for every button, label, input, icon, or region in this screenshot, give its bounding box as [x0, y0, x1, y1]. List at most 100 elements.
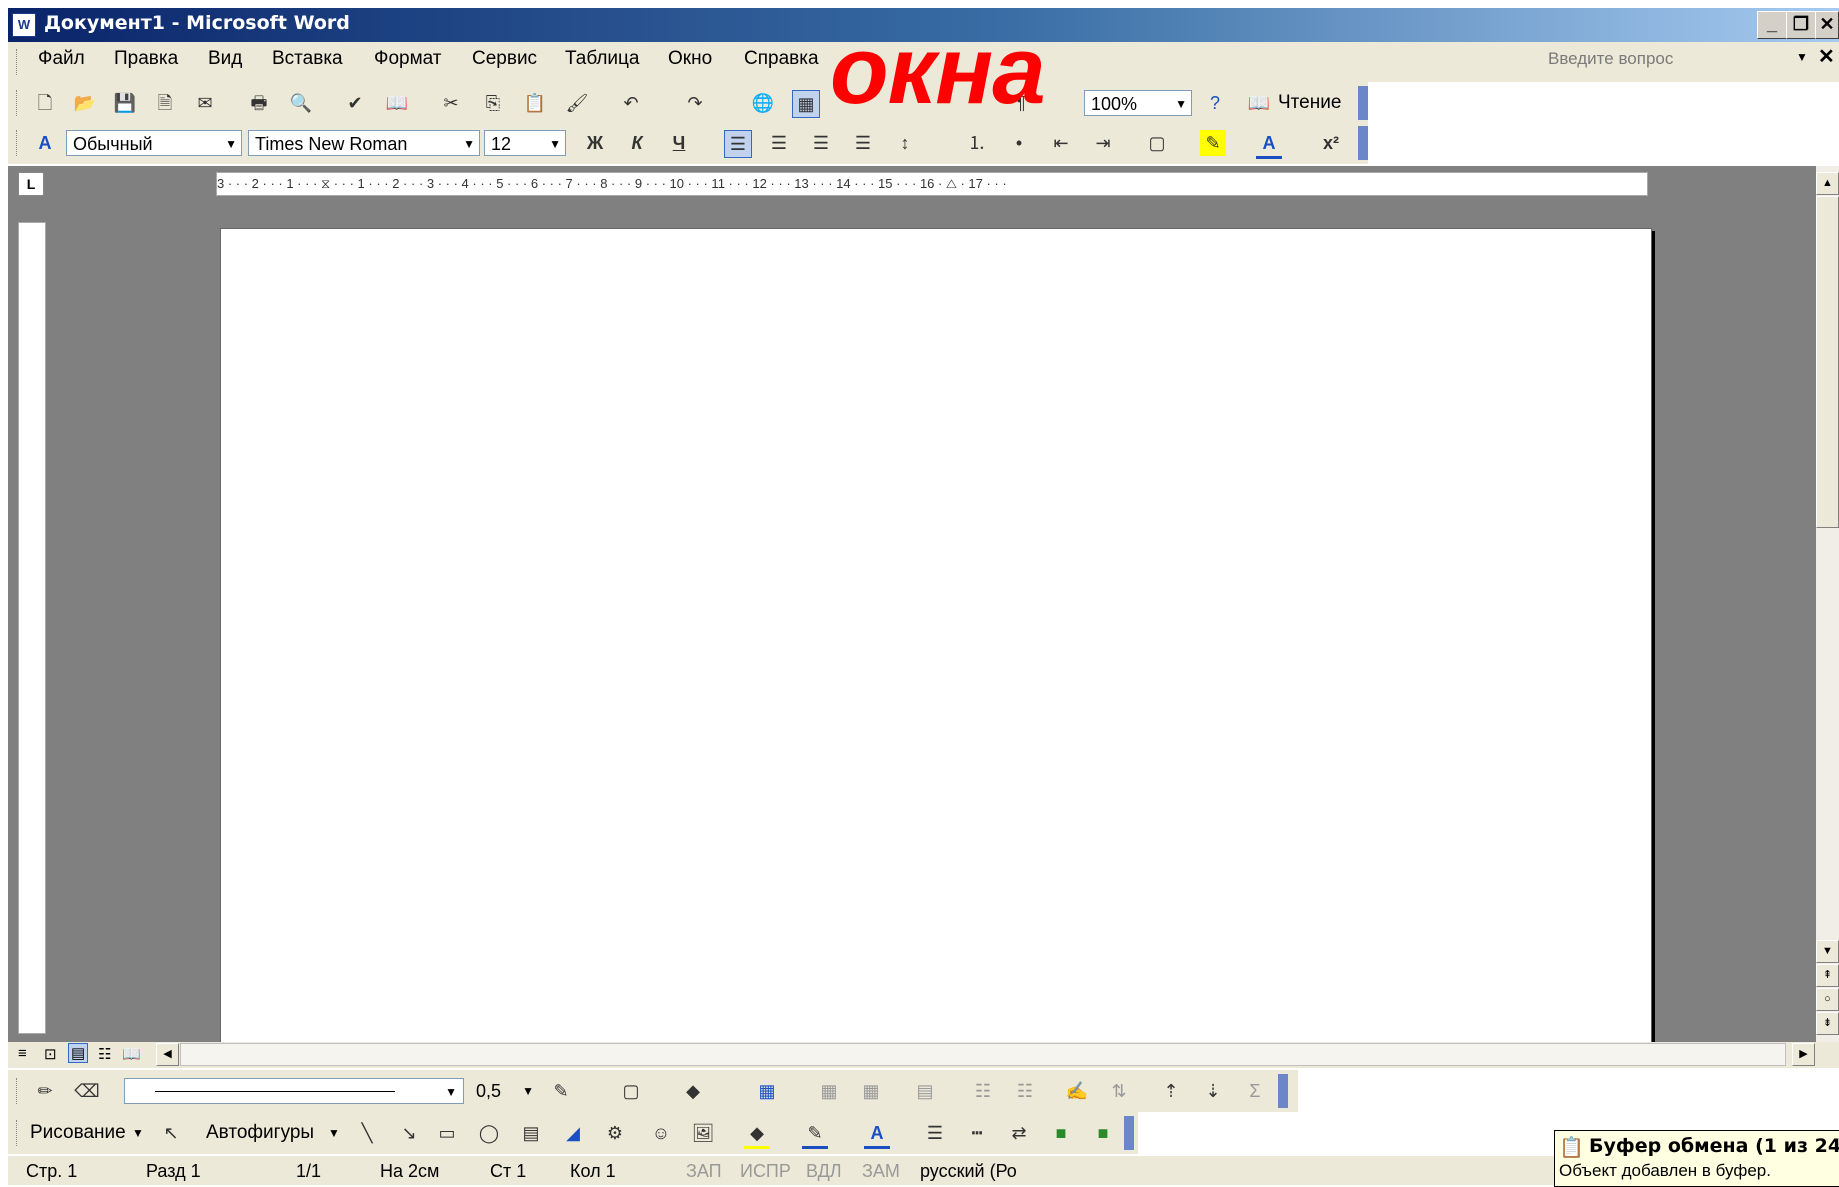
- clipboard-notification[interactable]: 📋 Буфер обмена (1 из 24) Объект добавлен…: [1554, 1130, 1839, 1187]
- menu-tools[interactable]: Сервис: [472, 48, 537, 70]
- help-dropdown-arrow-icon[interactable]: ▼: [1796, 50, 1808, 64]
- diagram-icon[interactable]: ⚙: [602, 1120, 628, 1146]
- line-style-icon[interactable]: ☰: [922, 1120, 948, 1146]
- outside-border-icon[interactable]: ▢: [618, 1078, 644, 1104]
- toolbar-options-icon[interactable]: [1278, 1074, 1288, 1108]
- help-icon[interactable]: ?: [1202, 90, 1228, 116]
- next-page-icon[interactable]: ⇟: [1816, 1012, 1839, 1035]
- menu-grip[interactable]: [16, 49, 20, 75]
- reading-view-icon[interactable]: 📖: [122, 1045, 141, 1063]
- autosum-icon[interactable]: Σ: [1242, 1078, 1268, 1104]
- scroll-left-icon[interactable]: ◀: [156, 1043, 179, 1066]
- menu-view[interactable]: Вид: [208, 48, 242, 70]
- minimize-button[interactable]: _: [1757, 11, 1787, 39]
- shadow-style-icon[interactable]: ■: [1048, 1120, 1074, 1146]
- autoshapes-menu-button[interactable]: Автофигуры: [206, 1122, 314, 1144]
- drawing-dropdown-arrow-icon[interactable]: ▼: [132, 1126, 144, 1140]
- toolbar-grip[interactable]: [16, 90, 20, 116]
- arrow-style-icon[interactable]: ⇄: [1006, 1120, 1032, 1146]
- word-doc-icon[interactable]: W: [12, 13, 36, 37]
- menu-edit[interactable]: Правка: [114, 48, 178, 70]
- text-direction-icon[interactable]: ⇅: [1106, 1078, 1132, 1104]
- menu-window[interactable]: Окно: [668, 48, 712, 70]
- horizontal-ruler[interactable]: 3 · · · 2 · · · 1 · · · ⧖ · · · 1 · · · …: [216, 172, 1648, 196]
- borders-icon[interactable]: ▢: [1144, 130, 1170, 156]
- print-preview-icon[interactable]: 🔍: [288, 90, 314, 116]
- style-select[interactable]: Обычный ▼: [66, 130, 242, 156]
- oval-icon[interactable]: ◯: [476, 1120, 502, 1146]
- vertical-scrollbar[interactable]: ▲ ▼ ⇞ ○ ⇟: [1816, 166, 1839, 1042]
- draw-table-icon[interactable]: ✏: [32, 1078, 58, 1104]
- line-weight-dropdown-arrow-icon[interactable]: ▼: [522, 1078, 534, 1104]
- permission-icon[interactable]: 🗎: [152, 90, 178, 116]
- border-color-icon[interactable]: ✎: [548, 1078, 574, 1104]
- bold-button[interactable]: Ж: [582, 130, 608, 156]
- line-spacing-icon[interactable]: ↕: [892, 130, 918, 156]
- status-extend-selection[interactable]: ВДЛ: [806, 1161, 842, 1182]
- document-page[interactable]: [220, 228, 1652, 1050]
- hyperlink-icon[interactable]: 🌐: [750, 90, 776, 116]
- 3d-style-icon[interactable]: ■: [1090, 1120, 1116, 1146]
- cut-icon[interactable]: ✂: [438, 90, 464, 116]
- justify-icon[interactable]: ☰: [850, 130, 876, 156]
- spelling-icon[interactable]: ✔: [342, 90, 368, 116]
- font-dropdown-arrow-icon[interactable]: ▼: [463, 131, 475, 157]
- print-layout-icon[interactable]: ▤: [68, 1043, 89, 1063]
- tab-selector[interactable]: L: [18, 172, 44, 196]
- close-button[interactable]: ✕: [1815, 11, 1839, 39]
- fill-color-icon[interactable]: ◆: [744, 1120, 770, 1149]
- table-autoformat-icon[interactable]: ✍: [1064, 1078, 1090, 1104]
- status-language[interactable]: русский (Ро: [920, 1161, 1017, 1182]
- reading-button-label[interactable]: Чтение: [1278, 92, 1341, 114]
- scroll-thumb[interactable]: [1816, 196, 1839, 528]
- tables-borders-icon[interactable]: ▦: [792, 90, 820, 118]
- line-style-select[interactable]: ▼: [124, 1078, 464, 1104]
- sort-descending-icon[interactable]: ⇣: [1200, 1078, 1226, 1104]
- menu-format[interactable]: Формат: [374, 48, 442, 70]
- font-size-select[interactable]: 12 ▼: [484, 130, 566, 156]
- print-icon[interactable]: 🖶: [246, 90, 272, 116]
- dash-style-icon[interactable]: ┅: [964, 1120, 990, 1146]
- open-folder-icon[interactable]: 📂: [72, 90, 98, 116]
- select-objects-icon[interactable]: ↖: [158, 1120, 184, 1146]
- clip-art-icon[interactable]: ☺: [648, 1120, 674, 1146]
- align-center-icon[interactable]: ☰: [766, 130, 792, 156]
- restore-button[interactable]: ❐: [1786, 11, 1816, 39]
- web-layout-icon[interactable]: ⊡: [44, 1045, 57, 1063]
- sort-ascending-icon[interactable]: ⇡: [1158, 1078, 1184, 1104]
- wordart-icon[interactable]: ◢: [560, 1120, 586, 1146]
- insert-table-icon[interactable]: ▦: [754, 1078, 780, 1104]
- decrease-indent-icon[interactable]: ⇤: [1048, 130, 1074, 156]
- drawing-font-color-icon[interactable]: A: [864, 1120, 890, 1149]
- horizontal-scrollbar[interactable]: [180, 1043, 1786, 1066]
- toolbar-options-icon[interactable]: [1358, 86, 1368, 120]
- menu-help[interactable]: Справка: [744, 48, 819, 70]
- underline-button[interactable]: Ч: [666, 130, 692, 156]
- arrow-icon[interactable]: ↘: [396, 1120, 422, 1146]
- reading-layout-icon[interactable]: 📖: [1246, 90, 1272, 116]
- toolbar-options-icon[interactable]: [1124, 1116, 1134, 1150]
- align-right-icon[interactable]: ☰: [808, 130, 834, 156]
- italic-button[interactable]: К: [624, 130, 650, 156]
- undo-icon[interactable]: ↶: [618, 90, 644, 116]
- toolbar-grip[interactable]: [16, 130, 20, 156]
- line-style-dropdown-arrow-icon[interactable]: ▼: [445, 1079, 457, 1105]
- line-icon[interactable]: ╲: [354, 1120, 380, 1146]
- normal-view-icon[interactable]: ≡: [18, 1045, 27, 1062]
- text-box-icon[interactable]: ▤: [518, 1120, 544, 1146]
- redo-icon[interactable]: ↷: [682, 90, 708, 116]
- drawing-menu-button[interactable]: Рисование: [30, 1122, 126, 1144]
- format-painter-icon[interactable]: 🖌: [564, 90, 590, 116]
- numbering-icon[interactable]: ⒈: [964, 130, 990, 156]
- toolbar-grip[interactable]: [16, 1078, 20, 1104]
- zoom-select[interactable]: 100% ▼: [1084, 90, 1192, 116]
- bullets-icon[interactable]: •: [1006, 130, 1032, 156]
- insert-picture-icon[interactable]: 🖼: [690, 1120, 716, 1146]
- toolbar-options-icon[interactable]: [1358, 126, 1368, 160]
- scroll-down-icon[interactable]: ▼: [1816, 940, 1839, 963]
- increase-indent-icon[interactable]: ⇥: [1090, 130, 1116, 156]
- help-question-input[interactable]: Введите вопрос: [1540, 46, 1808, 72]
- close-document-icon[interactable]: ✕: [1818, 44, 1835, 69]
- autoshapes-dropdown-arrow-icon[interactable]: ▼: [328, 1126, 340, 1140]
- scroll-up-icon[interactable]: ▲: [1816, 172, 1839, 195]
